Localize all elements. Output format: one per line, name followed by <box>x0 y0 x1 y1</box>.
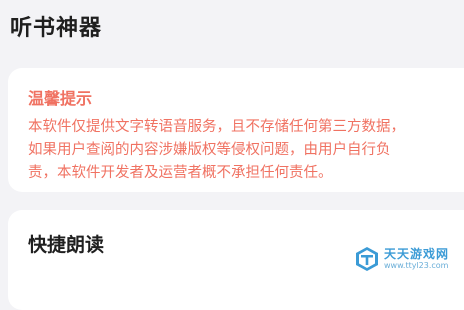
notice-title: 温馨提示 <box>28 89 93 108</box>
notice-line: 本软件仅提供文字转语音服务，且不存储任何第三方数据， <box>28 119 405 135</box>
app-title: 听书神器 <box>10 16 103 41</box>
quick-read-title: 快捷朗读 <box>28 234 105 256</box>
watermark-text: 天天游戏网 www.ttyl23.com <box>384 247 449 271</box>
notice-body: 本软件仅提供文字转语音服务，且不存储任何第三方数据， 如果用户查阅的内容涉嫌版权… <box>28 116 464 185</box>
watermark-name: 天天游戏网 <box>384 247 450 261</box>
notice-line: 如果用户查阅的内容涉嫌版权等侵权问题，由用户自行负 <box>28 142 391 158</box>
notice-card: 温馨提示 本软件仅提供文字转语音服务，且不存储任何第三方数据， 如果用户查阅的内… <box>8 68 464 192</box>
tt-logo-icon <box>356 247 378 271</box>
notice-line: 责，本软件开发者及运营者概不承担任何责任。 <box>28 165 333 181</box>
watermark: 天天游戏网 www.ttyl23.com <box>354 243 460 275</box>
watermark-url: www.ttyl23.com <box>384 261 449 270</box>
